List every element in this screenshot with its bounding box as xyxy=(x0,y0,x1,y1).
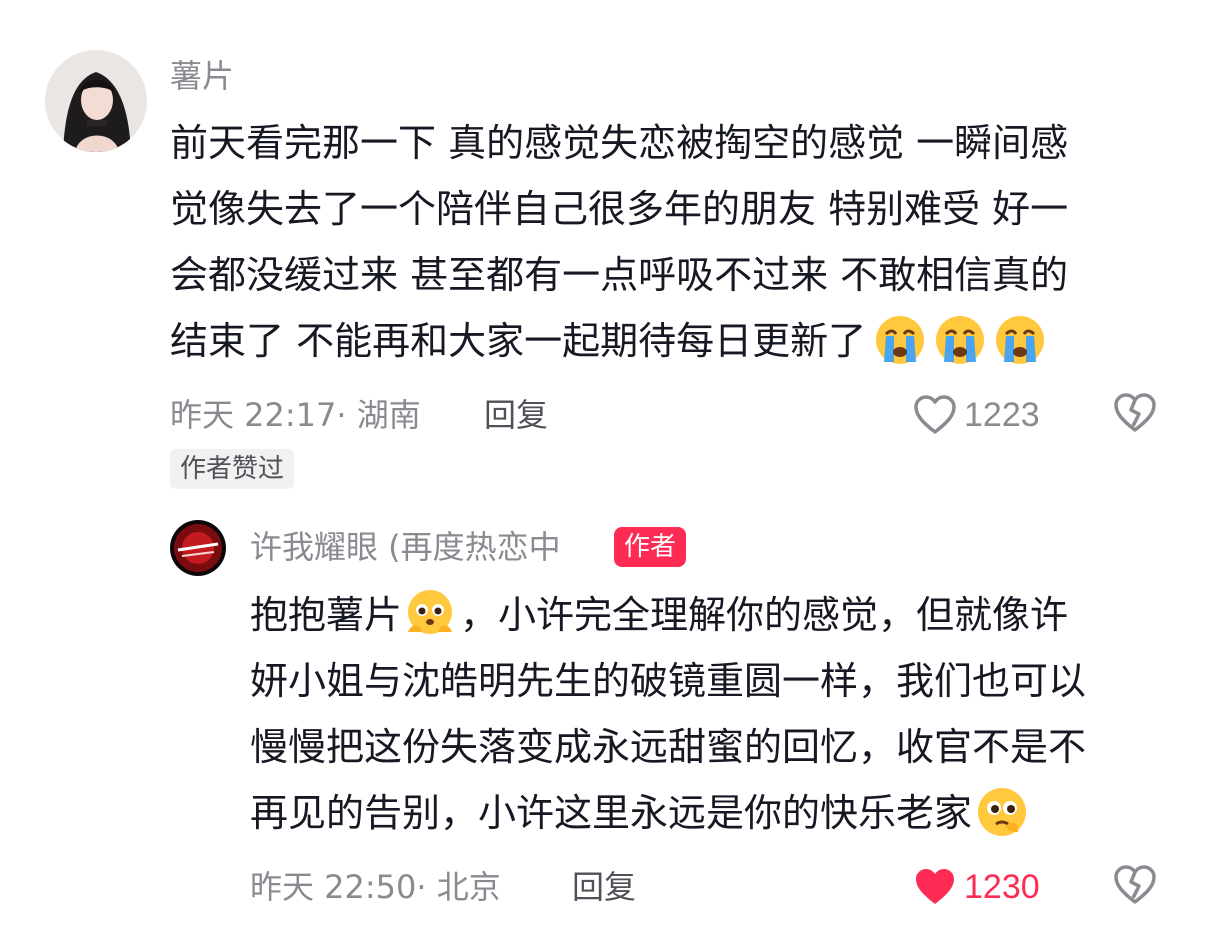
pleading-emoji xyxy=(976,786,1028,838)
comment-line-last: 结束了 不能再和大家一起期待每日更新了 xyxy=(170,308,1160,374)
heart-filled-icon xyxy=(916,869,954,904)
like-button[interactable]: 1223 xyxy=(912,390,1040,440)
reply-line: ，小许完全理解你的感觉，但就像许 xyxy=(460,593,1069,637)
author-badge: 作者 xyxy=(614,527,687,567)
crying-emoji xyxy=(934,314,986,366)
liked-by-author-tag: 作者赞过 xyxy=(170,449,295,489)
broken-heart-icon xyxy=(1114,865,1156,904)
comment-thread: 薯片 前天看完那一下 真的感觉失恋被掏空的感觉 一瞬间感 觉像失去了一个陪伴自己… xyxy=(0,0,1206,940)
broken-heart-icon xyxy=(1114,393,1156,432)
comment-line: 前天看完那一下 真的感觉失恋被掏空的感觉 一瞬间感 xyxy=(170,121,1069,165)
reply-button[interactable]: 回复 xyxy=(484,395,548,435)
reply-line-first: 抱抱薯片 ，小许完全理解你的感觉，但就像许 xyxy=(250,582,1170,648)
crying-emoji xyxy=(874,314,926,366)
reply-button[interactable]: 回复 xyxy=(572,867,636,907)
dislike-button[interactable] xyxy=(1112,862,1158,912)
reply-line: 再见的告别，小许这里永远是你的快乐老家 xyxy=(250,791,973,835)
comment-line: 觉像失去了一个陪伴自己很多年的朋友 特别难受 好一 xyxy=(170,187,1069,231)
comment-line: 会都没缓过来 甚至都有一点呼吸不过来 不敢相信真的 xyxy=(170,253,1069,297)
comment-line: 结束了 不能再和大家一起期待每日更新了 xyxy=(170,319,867,363)
crying-emoji xyxy=(994,314,1046,366)
like-button[interactable]: 1230 xyxy=(912,862,1040,912)
dislike-button[interactable] xyxy=(1112,390,1158,440)
reply-line: 妍小姐与沈皓明先生的破镜重圆一样，我们也可以 xyxy=(250,659,1087,703)
reply-line: 抱抱薯片 xyxy=(250,593,403,637)
reply-line: 慢慢把这份失落变成永远甜蜜的回忆，收官不是不 xyxy=(250,725,1087,769)
heart-outline-icon xyxy=(914,395,956,434)
user-avatar[interactable] xyxy=(45,50,147,152)
comment-username[interactable]: 薯片 xyxy=(170,56,234,96)
reply-text: 抱抱薯片 ，小许完全理解你的感觉，但就像许 妍小姐与沈皓明先生的破镜重圆一样，我们… xyxy=(250,582,1170,846)
like-count: 1223 xyxy=(964,396,1040,434)
author-username[interactable]: 许我耀眼 (再度热恋中 xyxy=(250,527,561,567)
like-count: 1230 xyxy=(964,868,1040,906)
reply-line-last: 再见的告别，小许这里永远是你的快乐老家 xyxy=(250,780,1170,846)
comment-timestamp-location: 昨天 22:17· 湖南 xyxy=(170,396,421,434)
author-avatar[interactable] xyxy=(170,520,226,576)
hug-emoji xyxy=(404,588,456,640)
comment-text: 前天看完那一下 真的感觉失恋被掏空的感觉 一瞬间感 觉像失去了一个陪伴自己很多年… xyxy=(170,110,1160,374)
reply-timestamp-location: 昨天 22:50· 北京 xyxy=(250,868,501,906)
